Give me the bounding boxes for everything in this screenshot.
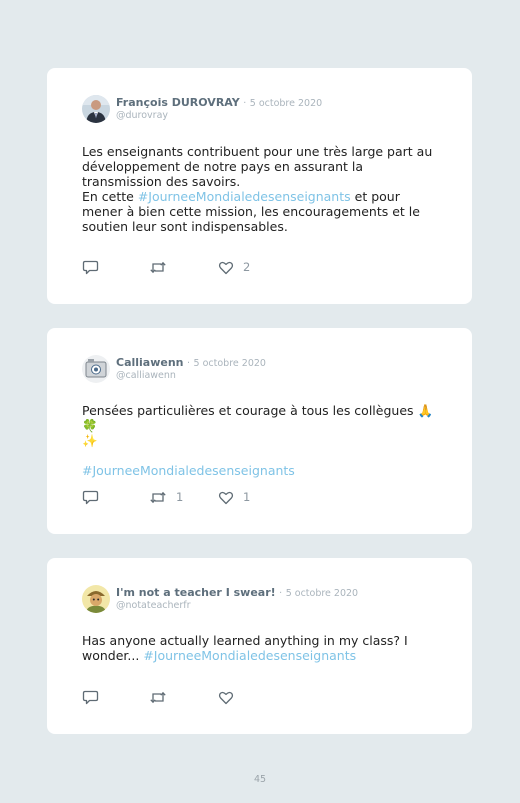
like-button[interactable] <box>218 690 243 706</box>
like-button[interactable]: 1 <box>218 490 250 506</box>
reply-button[interactable] <box>82 690 99 706</box>
author-name[interactable]: I'm not a teacher I swear! <box>116 586 276 599</box>
avatar[interactable] <box>82 355 110 383</box>
tweet-date[interactable]: 5 octobre 2020 <box>194 358 266 369</box>
retweet-icon <box>150 691 166 704</box>
hashtag-link[interactable]: #JourneeMondialedesenseignants <box>143 648 356 663</box>
reply-icon <box>82 490 99 505</box>
hashtag-link[interactable]: #JourneeMondialedesenseignants <box>138 189 351 204</box>
author-name[interactable]: François DUROVRAY <box>116 96 240 109</box>
author-handle[interactable]: @durovray <box>116 110 322 122</box>
retweet-button[interactable]: 1 <box>149 490 183 506</box>
reply-icon <box>82 260 99 275</box>
tweet-text: Les enseignants contribuent pour une trè… <box>82 144 442 234</box>
tweet-card: I'm not a teacher I swear! · 5 octobre 2… <box>47 558 472 734</box>
tweet-card: Calliawenn · 5 octobre 2020 @calliawenn … <box>47 328 472 534</box>
retweet-icon <box>150 261 166 274</box>
tweet-date[interactable]: 5 octobre 2020 <box>286 588 358 599</box>
tweet-actions: 1 1 <box>82 490 282 506</box>
separator-dot: · <box>243 98 247 109</box>
avatar[interactable] <box>82 95 110 123</box>
retweet-icon <box>150 491 166 504</box>
tweet-text-paragraph: ✨ <box>82 433 98 448</box>
separator-dot: · <box>279 588 283 599</box>
like-count: 2 <box>243 260 251 274</box>
tweet-text: Has anyone actually learned anything in … <box>82 633 412 663</box>
page-number: 45 <box>253 774 267 785</box>
like-button[interactable]: 2 <box>218 260 250 276</box>
reply-icon <box>82 690 99 705</box>
tweet-text-paragraph: Les enseignants contribuent pour une trè… <box>82 144 433 189</box>
tweet-text-span: En cette <box>82 189 138 204</box>
reply-button[interactable] <box>82 260 99 276</box>
tweet-card: François DUROVRAY · 5 octobre 2020 @duro… <box>47 68 472 304</box>
reply-button[interactable] <box>82 490 99 506</box>
retweet-count: 1 <box>176 490 184 504</box>
tweet-date[interactable]: 5 octobre 2020 <box>250 98 322 109</box>
author-handle[interactable]: @calliawenn <box>116 370 266 382</box>
heart-icon <box>218 691 234 705</box>
tweet-text-paragraph: En cette #JourneeMondialedesenseignants … <box>82 189 442 234</box>
heart-icon <box>218 261 234 275</box>
retweet-button[interactable] <box>149 260 176 276</box>
tweet-text: Pensées particulières et courage à tous … <box>82 403 442 478</box>
author-name[interactable]: Calliawenn <box>116 356 184 369</box>
like-count: 1 <box>243 490 251 504</box>
separator-dot: · <box>187 358 191 369</box>
hashtag-link[interactable]: #JourneeMondialedesenseignants <box>82 463 442 478</box>
tweet-text-paragraph: Pensées particulières et courage à tous … <box>82 403 434 433</box>
author-handle[interactable]: @notateacherfr <box>116 600 358 612</box>
avatar[interactable] <box>82 585 110 613</box>
heart-icon <box>218 491 234 505</box>
tweet-actions: 2 <box>82 260 282 276</box>
tweet-actions <box>82 690 282 706</box>
retweet-button[interactable] <box>149 690 176 706</box>
